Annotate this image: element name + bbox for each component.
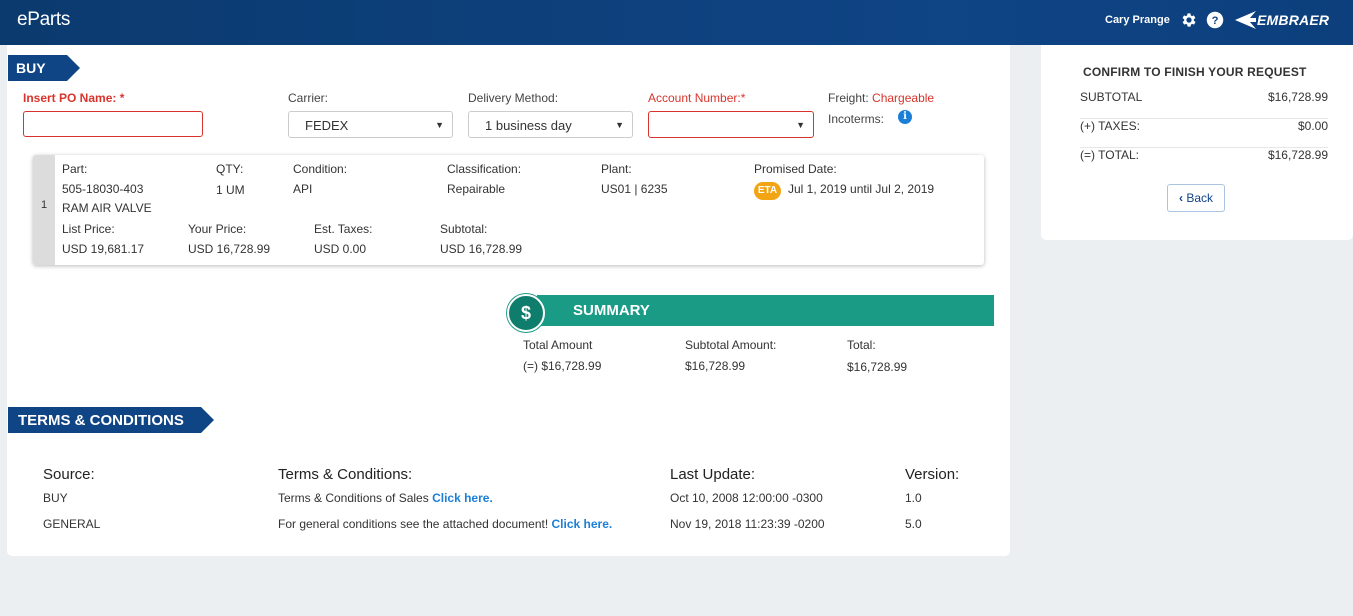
confirm-title: CONFIRM TO FINISH YOUR REQUEST <box>1083 65 1307 79</box>
promised-date-value: Jul 1, 2019 until Jul 2, 2019 <box>788 182 935 196</box>
est-taxes-label: Est. Taxes: <box>314 222 373 236</box>
carrier-value: FEDEX <box>305 118 349 133</box>
delivery-method-select[interactable]: 1 business day ▼ <box>468 111 633 138</box>
account-number-label: Account Number:* <box>648 91 746 105</box>
back-label: Back <box>1186 191 1214 205</box>
user-name[interactable]: Cary Prange <box>1105 14 1170 26</box>
part-name: RAM AIR VALVE <box>62 201 152 215</box>
classification-value: Repairable <box>447 182 506 196</box>
carrier-select[interactable]: FEDEX ▼ <box>288 111 453 138</box>
chevron-left-icon: ‹ <box>1178 191 1183 205</box>
po-name-input[interactable] <box>23 111 203 137</box>
promised-date-label: Promised Date: <box>754 162 837 176</box>
confirm-row: SUBTOTAL $16,728.99 <box>1080 90 1328 119</box>
terms-link[interactable]: Click here. <box>552 517 613 531</box>
incoterms-label: Incoterms: <box>828 112 885 126</box>
list-price-value: USD 19,681.17 <box>62 242 145 256</box>
terms-row-source: BUY <box>43 491 68 505</box>
confirm-row: (+) TAXES: $0.00 <box>1080 119 1328 148</box>
terms-section-title: TERMS & CONDITIONS <box>8 407 214 433</box>
terms-header-last-update: Last Update: <box>670 466 756 483</box>
item-index: 1 <box>33 155 55 265</box>
main-panel: BUY Insert PO Name: * Carrier: FEDEX ▼ D… <box>7 45 1010 556</box>
terms-row-version: 1.0 <box>905 491 922 505</box>
terms-text: Terms & Conditions of Sales <box>278 491 429 505</box>
terms-text: For general conditions see the attached … <box>278 517 549 531</box>
confirm-row-value: $16,728.99 <box>1267 148 1328 162</box>
buy-section-title: BUY <box>8 55 80 81</box>
help-icon[interactable]: ? <box>1206 11 1224 29</box>
total-amount-value: (=) $16,728.99 <box>523 359 602 373</box>
terms-row-updated: Oct 10, 2008 12:00:00 -0300 <box>670 491 823 505</box>
freight-row: Freight: Chargeable <box>828 91 934 105</box>
terms-row-text: Terms & Conditions of Sales Click here. <box>278 491 493 505</box>
condition-value: API <box>293 182 313 196</box>
terms-header-source: Source: <box>43 466 95 483</box>
caret-down-icon: ▼ <box>615 120 624 130</box>
freight-value: Chargeable <box>872 91 935 105</box>
terms-row-updated: Nov 19, 2018 11:23:39 -0200 <box>670 517 825 531</box>
eta-badge: ETA <box>754 182 781 200</box>
plant-label: Plant: <box>601 162 632 176</box>
logo-text: EMBRAER <box>1257 12 1330 28</box>
subtotal-label: Subtotal: <box>440 222 488 236</box>
confirm-row-label: SUBTOTAL <box>1080 90 1143 104</box>
caret-down-icon: ▼ <box>435 120 444 130</box>
freight-label: Freight: <box>828 91 869 105</box>
svg-text:?: ? <box>1212 15 1219 27</box>
embraer-logo: EMBRAER <box>1235 10 1329 30</box>
plant-value: US01 | 6235 <box>601 182 668 196</box>
condition-label: Condition: <box>293 162 348 176</box>
item-card: 1 Part: 505-18030-403 RAM AIR VALVE QTY:… <box>33 155 984 265</box>
your-price-label: Your Price: <box>188 222 247 236</box>
delivery-method-value: 1 business day <box>485 118 572 133</box>
po-name-label: Insert PO Name: * <box>23 91 125 105</box>
top-bar: eParts Cary Prange ? EMBRAER <box>0 0 1353 45</box>
summary-title: SUMMARY <box>573 302 650 319</box>
total-value: $16,728.99 <box>847 360 908 374</box>
part-number: 505-18030-403 <box>62 182 144 196</box>
classification-label: Classification: <box>447 162 522 176</box>
confirm-row-label: (+) TAXES: <box>1080 119 1140 133</box>
part-label: Part: <box>62 162 88 176</box>
account-number-select[interactable]: ▼ <box>648 111 814 138</box>
terms-link[interactable]: Click here. <box>432 491 493 505</box>
subtotal-amount-value: $16,728.99 <box>685 359 746 373</box>
qty-label: QTY: <box>216 162 244 176</box>
confirm-row-value: $16,728.99 <box>1267 90 1328 104</box>
confirm-row-value: $0.00 <box>1297 119 1328 133</box>
terms-header-terms: Terms & Conditions: <box>278 466 413 483</box>
embraer-logo-icon <box>1235 11 1256 29</box>
info-icon[interactable]: i <box>898 110 912 124</box>
dollar-icon: $ <box>507 294 545 332</box>
back-button[interactable]: ‹ Back <box>1167 184 1225 212</box>
gear-icon[interactable] <box>1180 11 1198 29</box>
terms-row-source: GENERAL <box>43 517 101 531</box>
confirm-row-label: (=) TOTAL: <box>1080 148 1140 162</box>
subtotal-amount-label: Subtotal Amount: <box>685 338 777 352</box>
confirm-row: (=) TOTAL: $16,728.99 <box>1080 148 1328 176</box>
terms-row-text: For general conditions see the attached … <box>278 517 612 531</box>
terms-row-version: 5.0 <box>905 517 922 531</box>
qty-value: 1 UM <box>216 183 245 197</box>
app-brand[interactable]: eParts <box>17 9 70 31</box>
delivery-method-label: Delivery Method: <box>468 91 559 105</box>
est-taxes-value: USD 0.00 <box>314 242 367 256</box>
confirm-panel: CONFIRM TO FINISH YOUR REQUEST SUBTOTAL … <box>1041 45 1353 240</box>
total-amount-label: Total Amount <box>523 338 593 352</box>
summary-bar: SUMMARY <box>537 295 994 326</box>
terms-header-version: Version: <box>905 466 960 483</box>
carrier-label: Carrier: <box>288 91 329 105</box>
your-price-value: USD 16,728.99 <box>188 242 271 256</box>
caret-down-icon: ▼ <box>796 120 805 130</box>
list-price-label: List Price: <box>62 222 115 236</box>
total-label: Total: <box>847 338 876 352</box>
subtotal-value: USD 16,728.99 <box>440 242 523 256</box>
